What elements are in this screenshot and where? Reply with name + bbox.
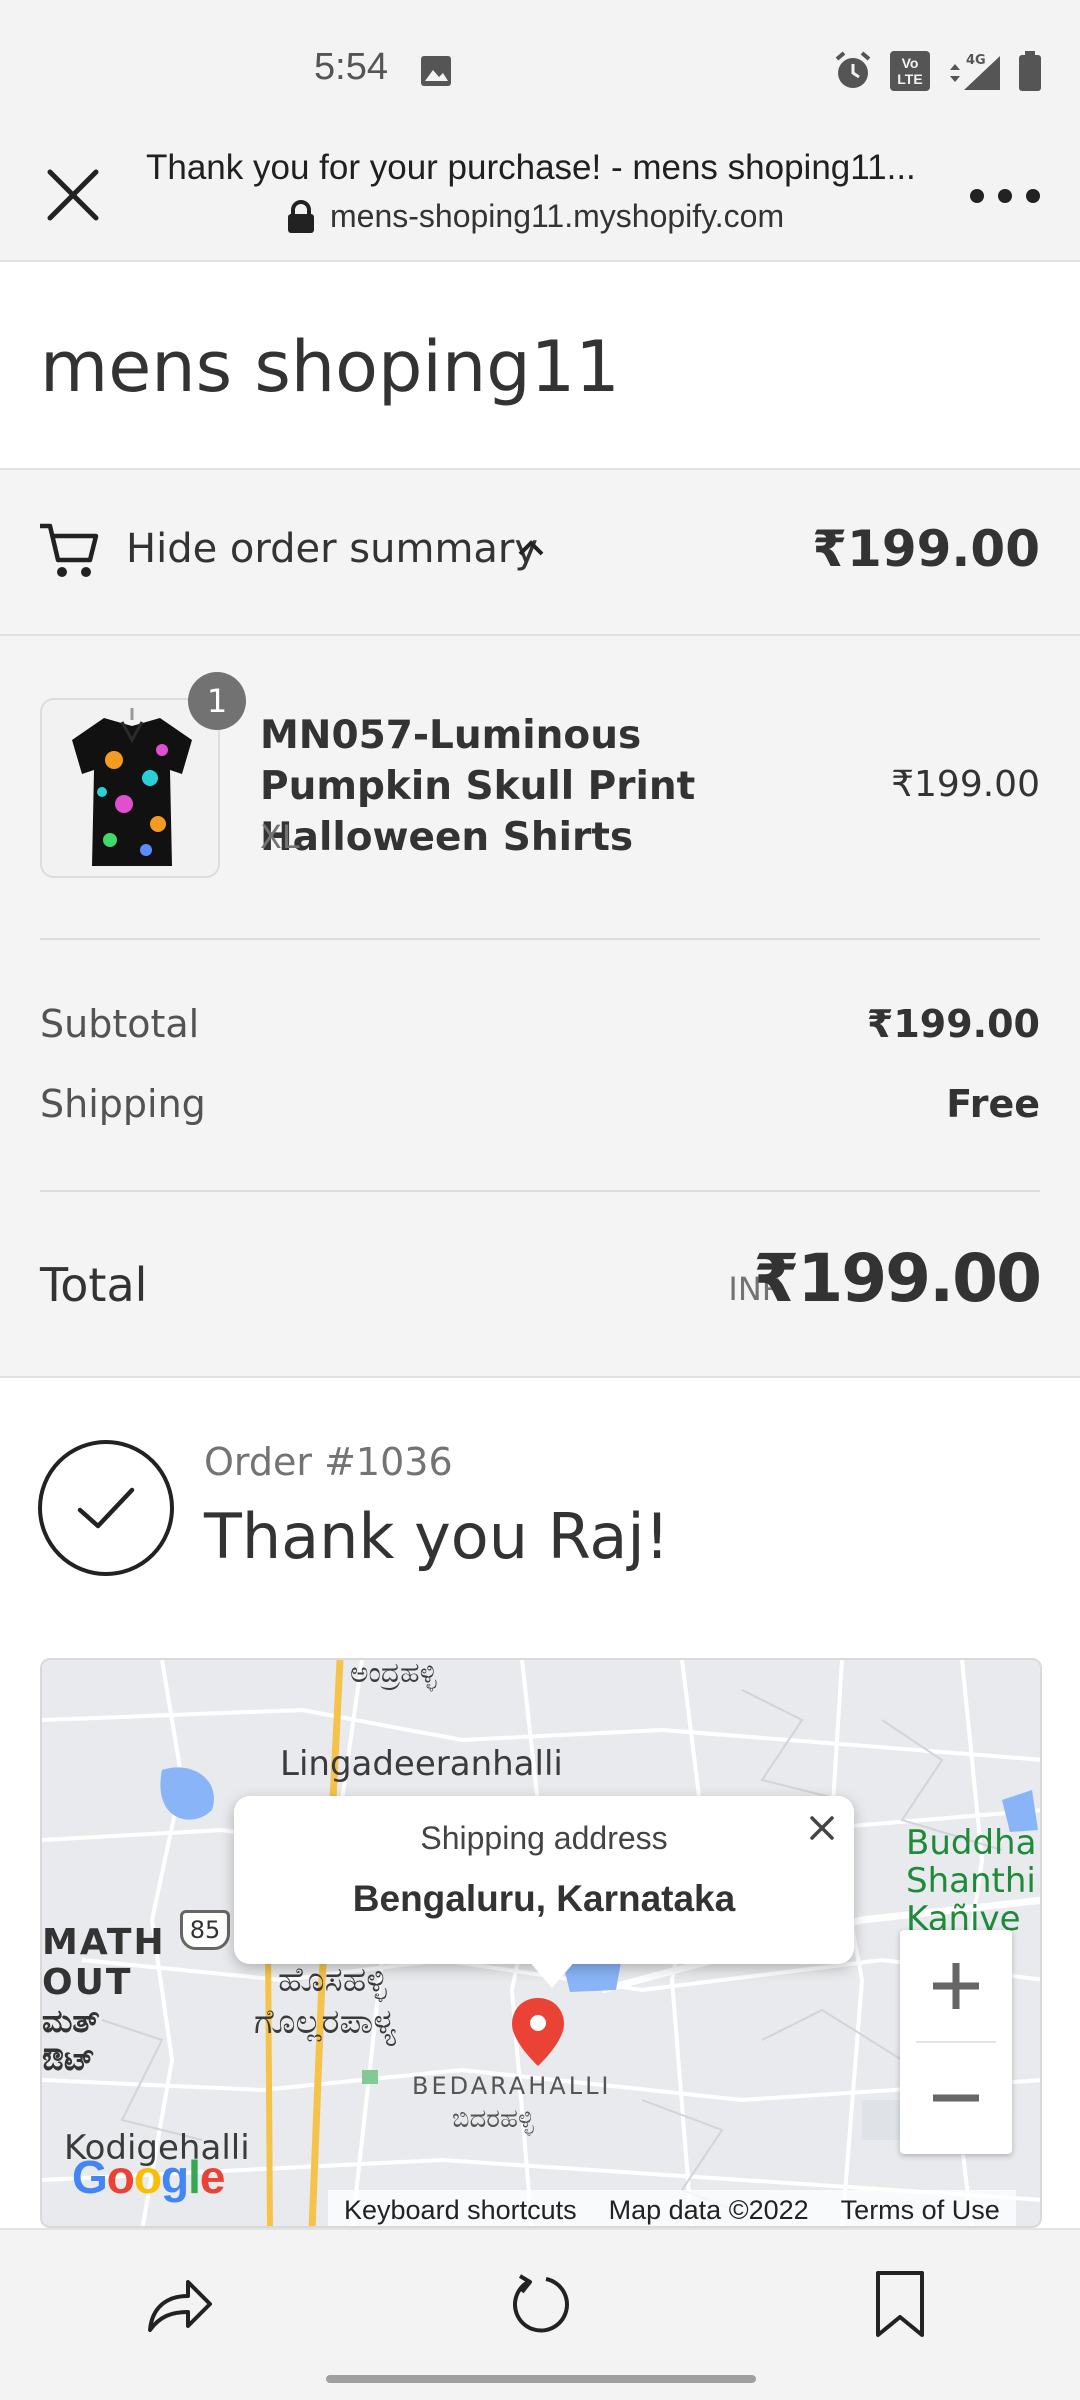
shipping-label: Shipping (40, 1082, 206, 1126)
bookmark-button[interactable] (860, 2264, 940, 2344)
shirt-image (42, 700, 218, 876)
shipping-address-popup: Shipping address Bengaluru, Karnataka (234, 1796, 854, 1964)
map-data-attribution: Map data ©2022 (608, 2194, 809, 2225)
lock-icon (288, 199, 314, 233)
total-label: Total (40, 1258, 148, 1312)
popup-address: Bengaluru, Karnataka (352, 1878, 736, 1919)
page-title: Thank you for your purchase! - mens shop… (146, 148, 916, 187)
reload-button[interactable] (500, 2264, 580, 2344)
subtotal-value: ₹199.00 (866, 1002, 1040, 1046)
map-label: ಮತ್ (42, 2002, 100, 2040)
shipping-value: Free (946, 1082, 1040, 1126)
popup-arrow (528, 1960, 576, 1988)
zoom-out-button[interactable] (900, 2042, 1012, 2154)
cart-icon (40, 523, 99, 577)
plus-icon (933, 1963, 979, 2009)
terms-of-use-link[interactable]: Terms of Use (825, 2195, 1016, 2226)
bookmark-icon (876, 2271, 924, 2337)
map-label: Lingadeeranhalli (280, 1744, 563, 1784)
divider (40, 938, 1040, 940)
alarm-icon (835, 51, 871, 88)
status-icons: Vo LTE 4G (832, 50, 1042, 92)
order-summary-toggle-label[interactable]: Hide order summary (126, 526, 538, 572)
zoom-controls (900, 1930, 1012, 2154)
product-name: MN057-Luminous Pumpkin Skull Print Hallo… (260, 713, 696, 860)
map-pin-icon[interactable] (508, 1996, 568, 2070)
divider (40, 1190, 1040, 1192)
url-text: mens-shoping11.myshopify.com (330, 198, 785, 234)
thank-you-heading: Thank you Raj! (204, 1500, 670, 1573)
gesture-navigation-bar[interactable] (326, 2375, 756, 2383)
map-label: ಹೊಸಹಳ್ಳಿ (278, 1960, 387, 2000)
product-thumbnail (40, 698, 220, 878)
checkmark-circle-icon (38, 1440, 174, 1576)
quantity-badge: 1 (188, 672, 246, 730)
product-variant: XL (260, 818, 300, 856)
subtotal-label: Subtotal (40, 1002, 200, 1046)
more-options-icon[interactable] (970, 174, 1040, 218)
summary-toggle-total: ₹199.00 (812, 520, 1040, 578)
status-time: 5:54 (314, 46, 388, 88)
map-footer: Keyboard shortcuts Map data ©2022 Terms … (328, 2190, 1016, 2226)
zoom-in-button[interactable] (900, 1930, 1012, 2042)
map-label: Shanthi (906, 1861, 1036, 1901)
store-name[interactable]: mens shoping11 (40, 326, 620, 408)
order-number: Order #1036 (204, 1440, 453, 1484)
map-label: ಔಟ್ (42, 2040, 96, 2078)
keyboard-shortcuts-link[interactable]: Keyboard shortcuts (328, 2195, 593, 2226)
order-summary-toggle[interactable]: Hide order summary ₹199.00 (0, 470, 1080, 636)
share-button[interactable] (140, 2264, 220, 2344)
status-bar: 5:54 Vo LTE 4G (0, 0, 1080, 130)
map-label: ಅಂದ್ರಹಳ್ಳಿ (350, 1658, 437, 1689)
shipping-map[interactable]: ಅಂದ್ರಹಳ್ಳಿ Lingadeeranhalli MATH OUT ಮತ್… (40, 1658, 1042, 2228)
battery-icon (1019, 51, 1041, 91)
volte-icon: Vo LTE (890, 51, 930, 91)
popup-title: Shipping address (420, 1820, 668, 1856)
map-label: Buddha (906, 1823, 1037, 1863)
store-header: mens shoping11 (0, 262, 1080, 470)
map-label: ಬಿದರಹಳ್ಳಿ (452, 2104, 534, 2134)
close-icon[interactable] (804, 1810, 840, 1846)
reload-icon (513, 2274, 569, 2333)
map-label: MATH (42, 1922, 166, 1963)
svg-text:4G: 4G (966, 53, 986, 68)
close-icon[interactable] (40, 162, 106, 228)
minus-icon (933, 2094, 979, 2102)
map-label: OUT (42, 1962, 133, 2003)
order-summary-panel: 1 MN057-Luminous Pumpkin Skull Print Hal… (0, 636, 1080, 1378)
share-icon (148, 2280, 212, 2332)
image-notification-icon (421, 56, 451, 86)
browser-toolbar: Thank you for your purchase! - mens shop… (0, 130, 1080, 262)
map-label: ಗೊಲ್ಲರಪಾಳ್ಯ (254, 2002, 397, 2042)
map-label: BEDARAHALLI (412, 2072, 612, 2100)
route-shield: 85 (180, 1910, 230, 1950)
route-number: 85 (189, 1916, 221, 1944)
chevron-up-icon (518, 540, 544, 556)
product-price: ₹199.00 (891, 764, 1040, 805)
google-logo[interactable]: Google (72, 2150, 225, 2204)
volte-text: Vo LTE (897, 55, 923, 87)
url-bar[interactable]: mens-shoping11.myshopify.com (286, 198, 784, 235)
signal-icon: 4G (950, 53, 1000, 90)
total-value: ₹199.00 (753, 1240, 1042, 1317)
